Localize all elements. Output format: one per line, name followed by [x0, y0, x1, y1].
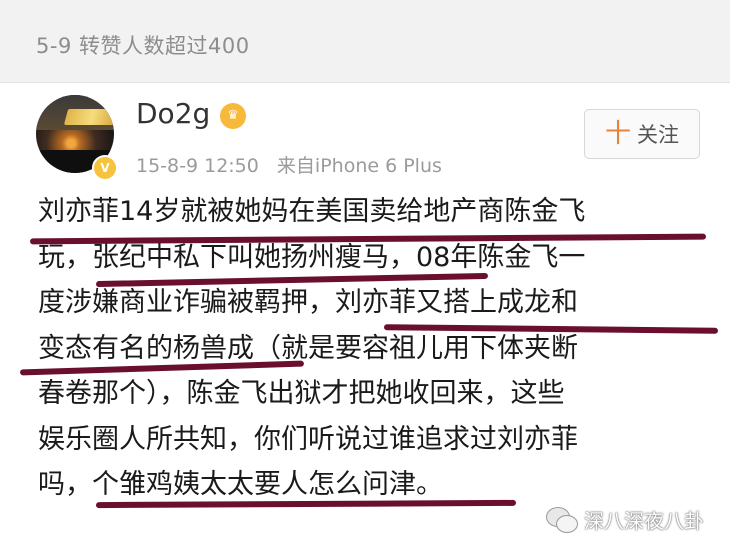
post-source: 来自iPhone 6 Plus [276, 155, 442, 177]
post-line: 春卷那个），陈金飞出狱才把她收回来，这些 [38, 378, 565, 409]
crown-icon: ♛ [220, 103, 246, 129]
verified-badge-icon: V [92, 155, 118, 181]
watermark-text: 深八深夜八卦 [584, 509, 704, 533]
follow-button[interactable]: 十 关注 [584, 109, 700, 159]
watermark: 深八深夜八卦 [546, 505, 704, 534]
plus-icon: 十 [604, 119, 631, 149]
post-line: 娱乐圈人所共知，你们听说过谁追求过刘亦菲 [38, 423, 578, 455]
section-header: 5-9 转赞人数超过400 [0, 0, 730, 83]
section-title: 5-9 转赞人数超过400 [36, 34, 250, 58]
post-line: 刘亦菲14岁就被她妈在美国卖给地产商陈金飞 [38, 196, 586, 227]
weibo-post: V Do2g ♛ 15-8-9 12:50 来自iPhone 6 Plus 十 … [0, 83, 730, 554]
post-line: 度涉嫌商业诈骗被羁押，刘亦菲又搭上成龙和 [38, 287, 578, 318]
post-meta: 15-8-9 12:50 来自iPhone 6 Plus [136, 151, 454, 178]
post-date: 15-8-9 12:50 [136, 155, 259, 177]
follow-label: 关注 [637, 123, 679, 147]
username[interactable]: Do2g [136, 97, 210, 130]
wechat-icon [546, 506, 578, 533]
vip-logo-icon [63, 109, 114, 125]
